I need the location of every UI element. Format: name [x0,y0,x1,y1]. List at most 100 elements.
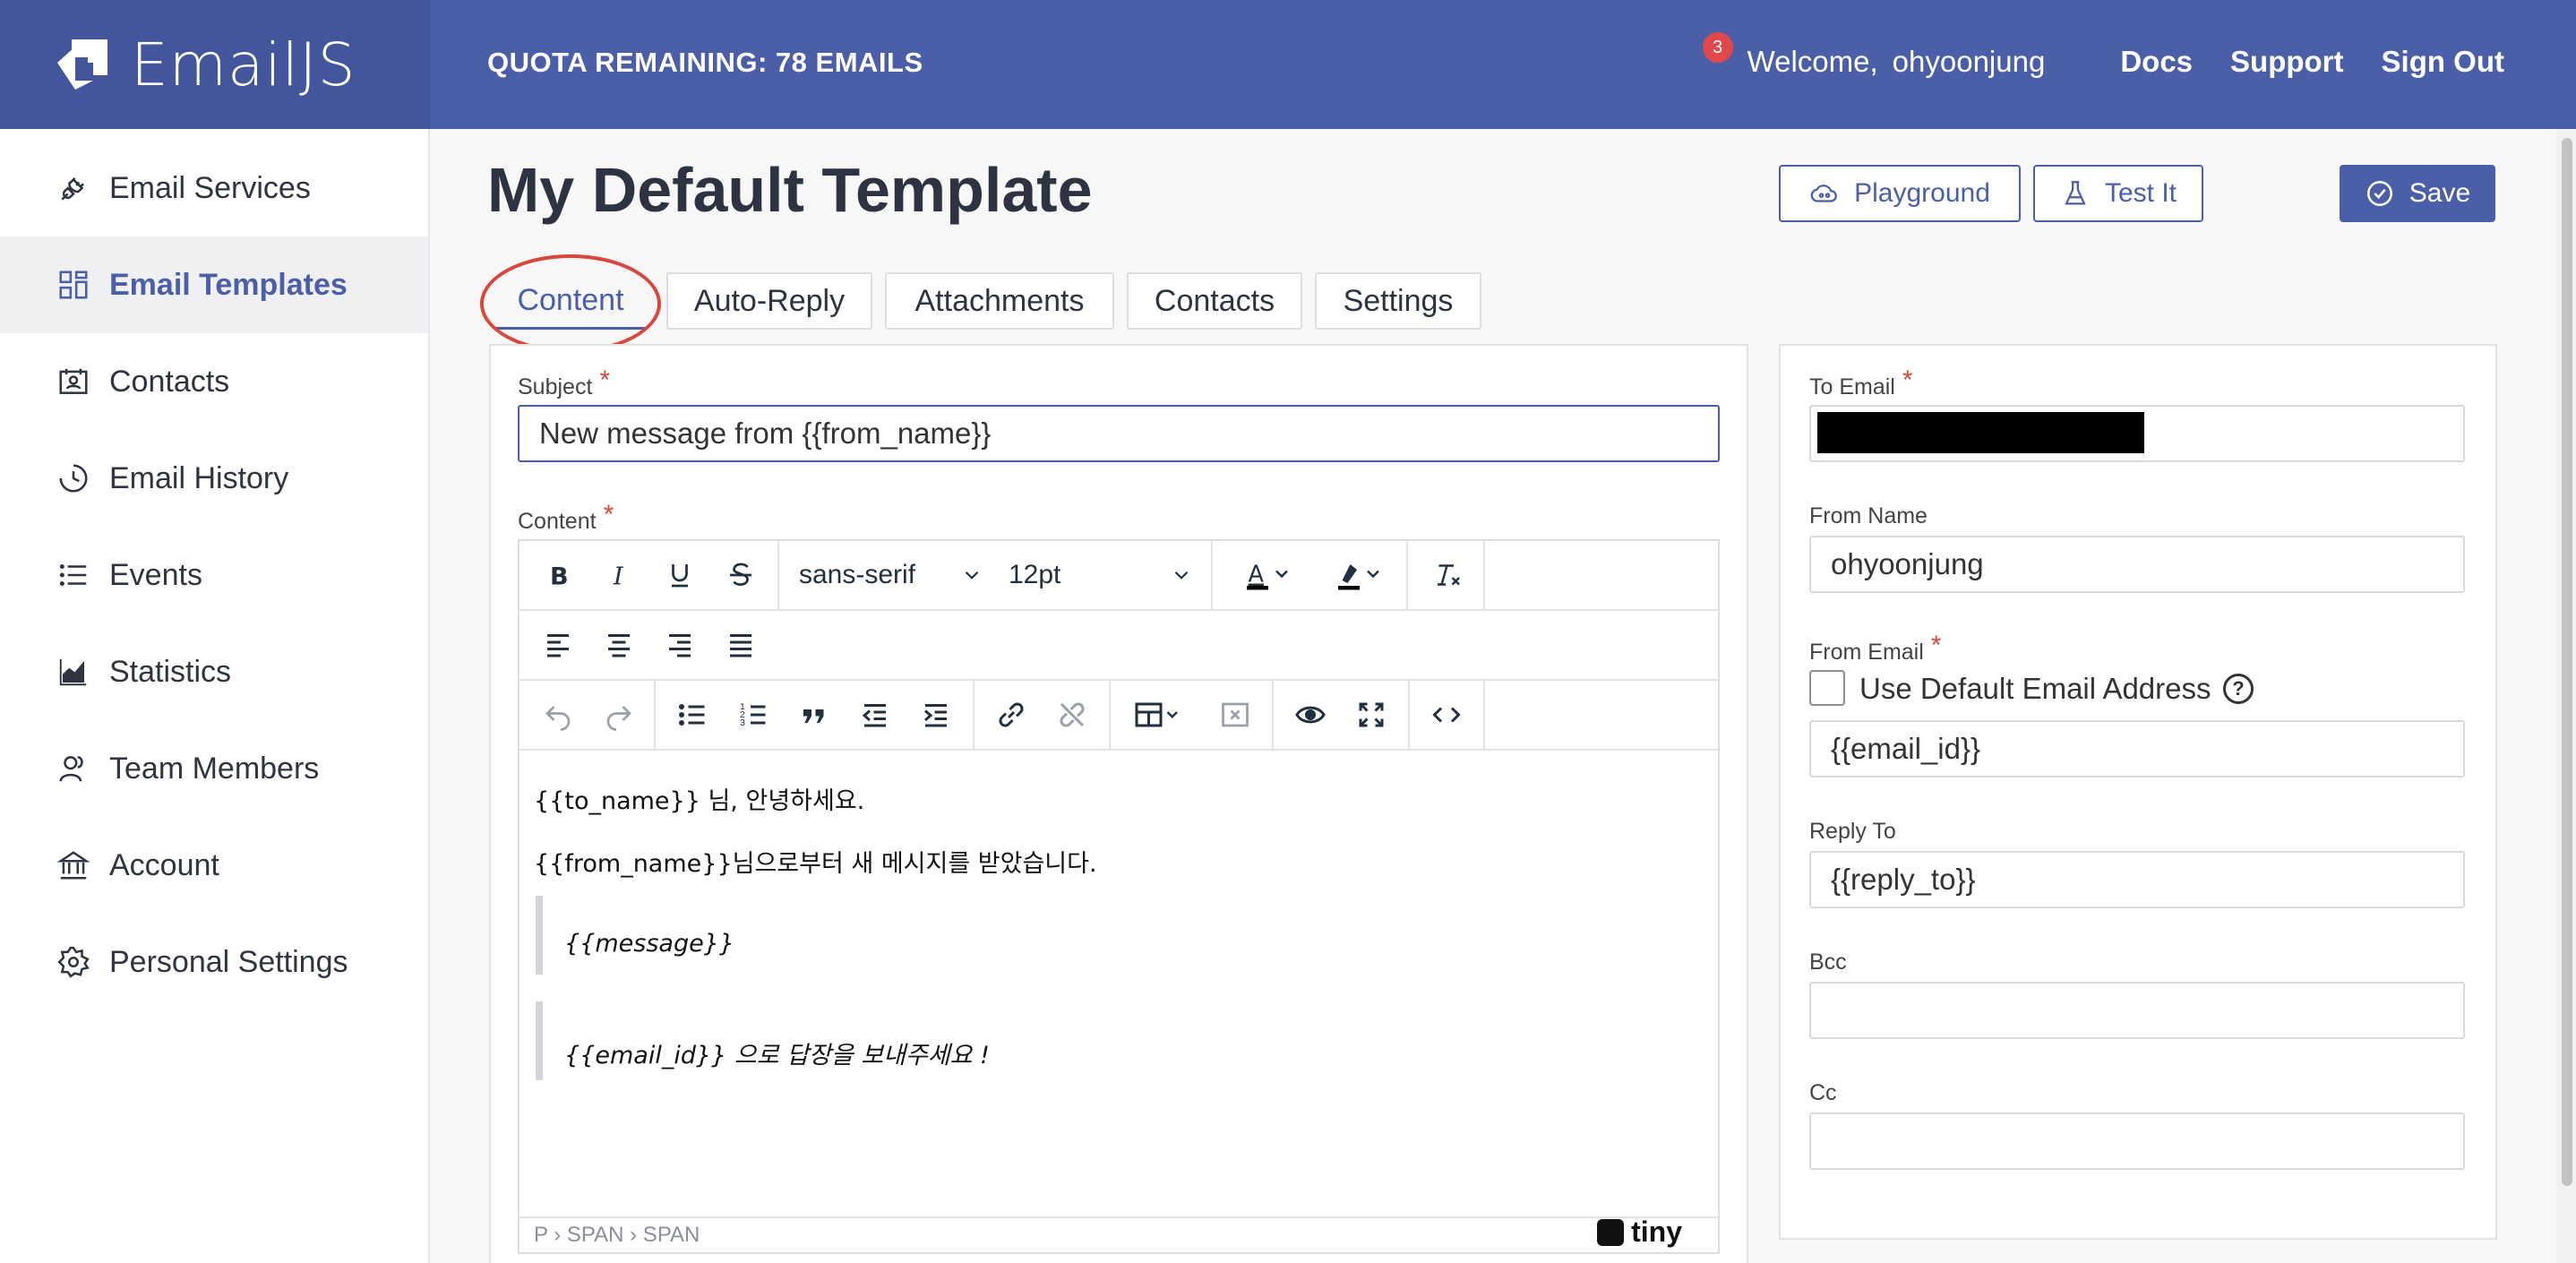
align-right-button[interactable] [650,611,709,679]
settings-panel [1779,344,2497,1240]
chevron-down-icon [965,571,979,580]
align-justify-button[interactable] [711,611,770,679]
username: ohyoonjung [1892,45,2046,78]
body-line: {{from_name}}님으로부터 새 메시지를 받았습니다. [534,850,1097,878]
top-nav: 3 Welcome, ohyoonjung Docs Support Sign … [1702,32,2504,79]
blockquote-border [536,896,543,975]
bcc-input[interactable] [1809,982,2465,1039]
bcc-label: Bcc [1809,949,1847,975]
highlight-icon [1338,564,1379,590]
element-path[interactable]: P › SPAN › SPAN [534,1223,700,1248]
sidebar-item-email-templates[interactable]: Email Templates [0,236,428,333]
tab-auto-reply[interactable]: Auto-Reply [666,272,872,330]
indent-button[interactable] [906,681,966,749]
test-it-button[interactable]: Test It [2033,165,2203,222]
from-name-input[interactable]: ohyoonjung [1809,536,2465,593]
italic-icon: I [613,563,624,591]
required-mark: * [599,365,611,395]
preview-button[interactable] [1281,681,1340,749]
align-left-icon [547,634,569,657]
from-email-input[interactable]: {{email_id}} [1809,720,2465,778]
docs-link[interactable]: Docs [2120,45,2193,79]
remove-button[interactable] [1206,681,1265,749]
emailjs-logo-icon [57,39,107,90]
cc-input[interactable] [1809,1113,2465,1170]
numbered-list-button[interactable]: 123 [724,681,783,749]
tiny-logo[interactable]: tiny [1597,1216,1682,1249]
sidebar-item-email-services[interactable]: Email Services [0,140,428,236]
sidebar-item-statistics[interactable]: Statistics [0,623,428,720]
text-color-button[interactable]: A [1227,541,1309,609]
from-email-label: From Email * [1809,631,1942,665]
underline-icon [672,564,688,588]
sidebar-item-account[interactable]: Account [0,817,428,914]
editor-statusbar: P › SPAN › SPAN tiny [519,1216,1718,1252]
support-link[interactable]: Support [2230,45,2343,79]
align-left-button[interactable] [528,611,588,679]
subject-input[interactable]: New message from {{from_name}} [518,405,1720,462]
numbered-list-icon: 123 [740,701,766,728]
sidebar: Email Services Email Templates Contacts … [0,129,430,1263]
bullet-list-button[interactable] [663,681,722,749]
tab-contacts[interactable]: Contacts [1127,272,1302,330]
welcome-text: Welcome, [1747,45,1878,78]
welcome-user[interactable]: 3 Welcome, ohyoonjung [1702,32,2046,79]
clear-formatting-button[interactable] [1417,541,1480,609]
undo-icon [545,706,571,731]
insert-link-button[interactable] [982,681,1041,749]
blockquote-text: {{email_id}} 으로 답장을 보내주세요 ! [564,1042,990,1070]
sidebar-item-personal-settings[interactable]: Personal Settings [0,914,428,1010]
sign-out-link[interactable]: Sign Out [2382,45,2504,79]
underline-button[interactable] [650,541,709,609]
page-scrollbar[interactable] [2556,129,2576,1263]
align-center-button[interactable] [589,611,648,679]
quota-remaining: QUOTA REMAINING: 78 EMAILS [487,47,923,78]
text-color-icon: A [1247,562,1288,590]
use-default-email-checkbox[interactable] [1809,670,1845,706]
sidebar-item-team-members[interactable]: Team Members [0,720,428,817]
redo-button[interactable] [589,681,648,749]
bold-button[interactable]: B [528,541,588,609]
page-title: My Default Template [487,155,1093,225]
tab-settings[interactable]: Settings [1315,272,1481,330]
highlight-color-button[interactable] [1317,541,1403,609]
playground-button[interactable]: Playground [1779,165,2021,222]
fullscreen-button[interactable] [1342,681,1401,749]
outdent-button[interactable] [846,681,905,749]
save-label: Save [2409,178,2471,208]
rich-text-editor[interactable]: B I sans-serif 12pt A 123 {{to_name}} 님,… [518,539,1720,1254]
link-icon [999,702,1024,727]
sidebar-item-events[interactable]: Events [0,527,428,623]
fullscreen-icon [1359,702,1384,727]
italic-button[interactable]: I [589,541,648,609]
sidebar-item-label: Email History [109,460,289,495]
sidebar-item-email-history[interactable]: Email History [0,430,428,527]
help-icon[interactable]: ? [2223,674,2254,704]
font-size-select[interactable]: 12pt [1009,541,1193,609]
redacted-block [1817,412,2144,453]
cloud-play-icon [1810,185,1837,202]
source-code-button[interactable] [1417,681,1476,749]
contacts-icon [56,364,91,400]
reply-to-input[interactable]: {{reply_to}} [1809,851,2465,908]
tiny-logo-icon [1597,1218,1625,1246]
scrollbar-thumb[interactable] [2562,138,2572,1186]
undo-button[interactable] [528,681,588,749]
brand-name: EmailJS [131,30,356,99]
brand[interactable]: EmailJS [0,0,430,129]
svg-text:A: A [1249,562,1265,589]
table-icon [1135,702,1178,727]
strikethrough-button[interactable] [711,541,770,609]
subject-label: Subject * [518,365,611,400]
blockquote-button[interactable] [785,681,844,749]
unlink-button[interactable] [1043,681,1102,749]
tab-attachments[interactable]: Attachments [885,272,1114,330]
sidebar-item-label: Account [109,847,219,882]
notification-badge[interactable]: 3 [1702,32,1733,63]
table-button[interactable] [1118,681,1198,749]
font-family-select[interactable]: sans-serif [799,541,983,609]
quote-icon [803,709,824,723]
sidebar-item-contacts[interactable]: Contacts [0,333,428,430]
save-button[interactable]: Save [2340,165,2495,222]
plug-icon [56,170,91,206]
